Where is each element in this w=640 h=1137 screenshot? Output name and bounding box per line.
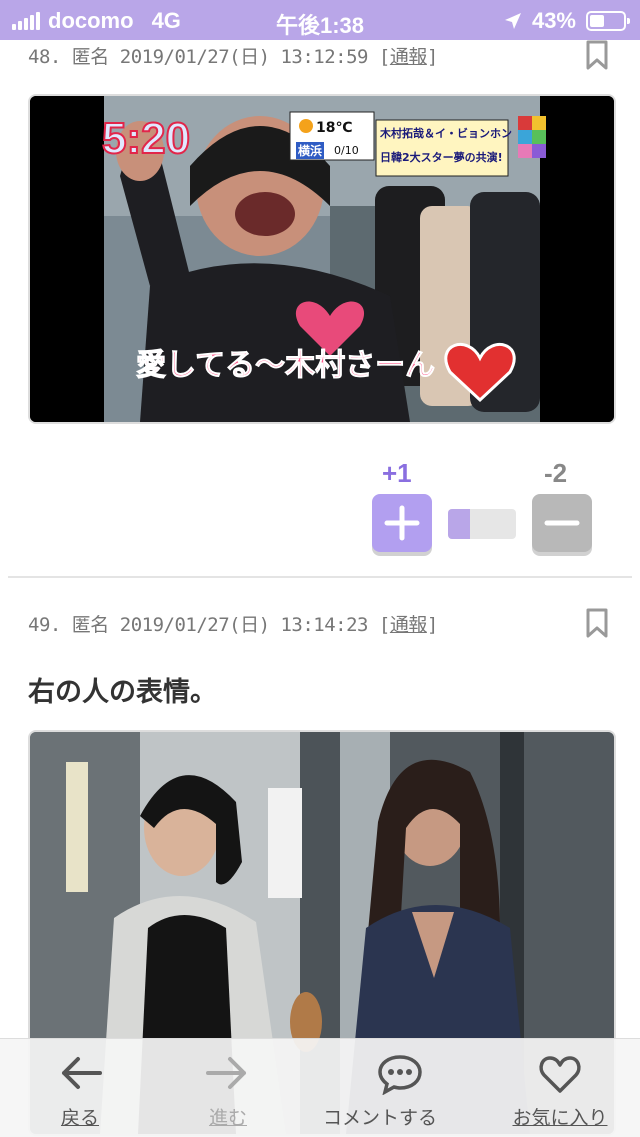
report-link[interactable]: 通報 <box>390 46 428 68</box>
report-bracket-open: [ <box>378 614 390 636</box>
location-arrow-icon <box>504 13 521 29</box>
report-bracket-open: [ <box>378 46 390 68</box>
post-author: 匿名 <box>71 46 110 68</box>
report-bracket-close: ] <box>426 46 438 68</box>
tv-caption: 愛してる〜木村さーん <box>135 348 436 384</box>
plus-button[interactable] <box>372 494 432 552</box>
post-49-meta: 49. 匿名 2019/01/27(日) 13:14:23 [通報] <box>28 610 438 637</box>
heart-icon <box>539 1056 581 1093</box>
post-divider <box>8 576 632 578</box>
post-number: 49. <box>28 614 61 636</box>
plus-count: +1 <box>382 458 412 488</box>
post-48-meta: 48. 匿名 2019/01/27(日) 13:12:59 [通報] <box>28 42 438 69</box>
comment-label: コメントする <box>322 1107 437 1129</box>
bookmark-icon[interactable] <box>586 40 608 70</box>
plus-icon <box>384 505 420 541</box>
bookmark-icon[interactable] <box>586 608 608 638</box>
arrow-left-icon <box>62 1057 102 1089</box>
favorite-label: お気に入り <box>512 1107 608 1129</box>
comment-button[interactable]: コメントする <box>320 1039 480 1137</box>
minus-icon <box>544 520 580 526</box>
post-timestamp: 2019/01/27(日) 13:14:23 <box>119 614 369 636</box>
tv-headline-2: 日韓2大スター夢の共演! <box>380 151 503 164</box>
tv-location: 横浜 <box>296 142 325 159</box>
vote-ratio-bar <box>448 509 516 539</box>
report-link[interactable]: 通報 <box>390 614 428 636</box>
comment-body: 右の人の表情。 <box>28 677 217 708</box>
tv-temperature: 18℃ <box>316 120 353 136</box>
arrow-right-icon <box>206 1057 246 1089</box>
post-number: 48. <box>28 46 61 68</box>
status-bar: docomo 4G 午後1:38 43% <box>0 0 640 40</box>
battery-icon <box>586 11 630 31</box>
speech-bubble-icon <box>378 1055 422 1095</box>
minus-count: -2 <box>544 458 568 488</box>
battery-percent: 43% <box>531 8 576 33</box>
report-bracket-close: ] <box>426 614 438 636</box>
tv-headline-1: 木村拓哉＆イ・ビョンホン <box>380 127 512 140</box>
post-timestamp: 2019/01/27(日) 13:12:59 <box>119 46 369 68</box>
post-48-image[interactable]: 5:20 18℃ 横浜 0/10 木村拓哉＆イ・ビョンホン 日韓2大スター夢の共… <box>28 94 616 424</box>
post-author: 匿名 <box>71 614 110 636</box>
bottom-tab-bar: 戻る 進む コメントする お気に入り <box>0 1038 640 1137</box>
tv-rain: 0/10 <box>334 144 359 157</box>
minus-button[interactable] <box>532 494 592 552</box>
back-label: 戻る <box>60 1107 99 1129</box>
back-button[interactable]: 戻る <box>0 1039 160 1137</box>
favorite-button[interactable]: お気に入り <box>480 1039 640 1137</box>
tv-clock: 5:20 <box>101 113 191 164</box>
